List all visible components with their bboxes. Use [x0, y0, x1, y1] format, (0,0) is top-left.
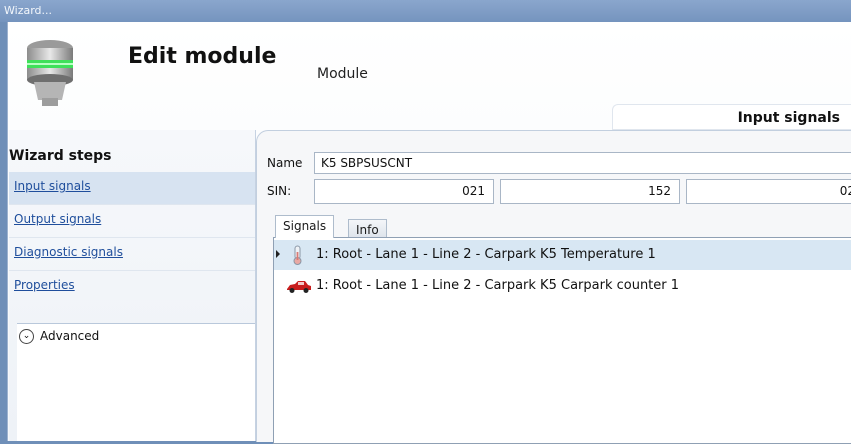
wizard-steps-title: Wizard steps	[9, 148, 112, 164]
thermometer-icon	[293, 245, 302, 265]
signal-row-carpark-counter[interactable]: 1: Root - Lane 1 - Line 2 - Carpark K5 C…	[274, 271, 851, 301]
module-device-image	[27, 40, 73, 106]
name-field[interactable]: K5 SBPSUSCNT	[314, 152, 851, 174]
tab-signals[interactable]: Signals	[275, 215, 335, 238]
sin-field-1[interactable]: 021	[314, 179, 494, 204]
step-diagnostic-signals[interactable]: Diagnostic signals	[9, 238, 255, 270]
advanced-label: Advanced	[40, 329, 100, 343]
window-title-bar[interactable]: Wizard...	[0, 0, 851, 22]
name-label: Name	[267, 156, 303, 170]
input-signals-panel: Name K5 SBPSUSCNT SIN: 021 152 02 Signal…	[256, 130, 851, 444]
chevron-down-icon: ⌄	[19, 329, 34, 344]
sin-field-3-value: 02	[839, 184, 851, 198]
wizard-steps-sidebar: Wizard steps Input signals Output signal…	[9, 130, 256, 441]
sin-label: SIN:	[267, 184, 292, 198]
step-properties[interactable]: Properties	[9, 271, 255, 303]
page-subtitle: Module	[317, 66, 368, 82]
signal-label: 1: Root - Lane 1 - Line 2 - Carpark K5 T…	[316, 247, 656, 262]
signal-row-temperature[interactable]: 1: Root - Lane 1 - Line 2 - Carpark K5 T…	[274, 240, 851, 270]
page-title: Edit module	[128, 44, 277, 69]
advanced-expander[interactable]: ⌄ Advanced	[17, 323, 255, 350]
signals-list: 1: Root - Lane 1 - Line 2 - Carpark K5 T…	[273, 237, 851, 444]
step-input-signals[interactable]: Input signals	[9, 172, 255, 204]
advanced-panel	[17, 349, 255, 441]
wizard-window: Edit module Module Input signals Wizard …	[7, 22, 851, 444]
step-output-signals[interactable]: Output signals	[9, 205, 255, 237]
row-selected-marker	[276, 250, 280, 258]
tab-info[interactable]: Info	[348, 219, 387, 238]
current-step-title: Input signals	[612, 104, 851, 130]
sin-field-2[interactable]: 152	[500, 179, 680, 204]
car-icon	[287, 281, 311, 293]
sin-field-3[interactable]: 02	[686, 179, 851, 204]
signal-label: 1: Root - Lane 1 - Line 2 - Carpark K5 C…	[316, 278, 680, 293]
window-title: Wizard...	[4, 4, 53, 17]
